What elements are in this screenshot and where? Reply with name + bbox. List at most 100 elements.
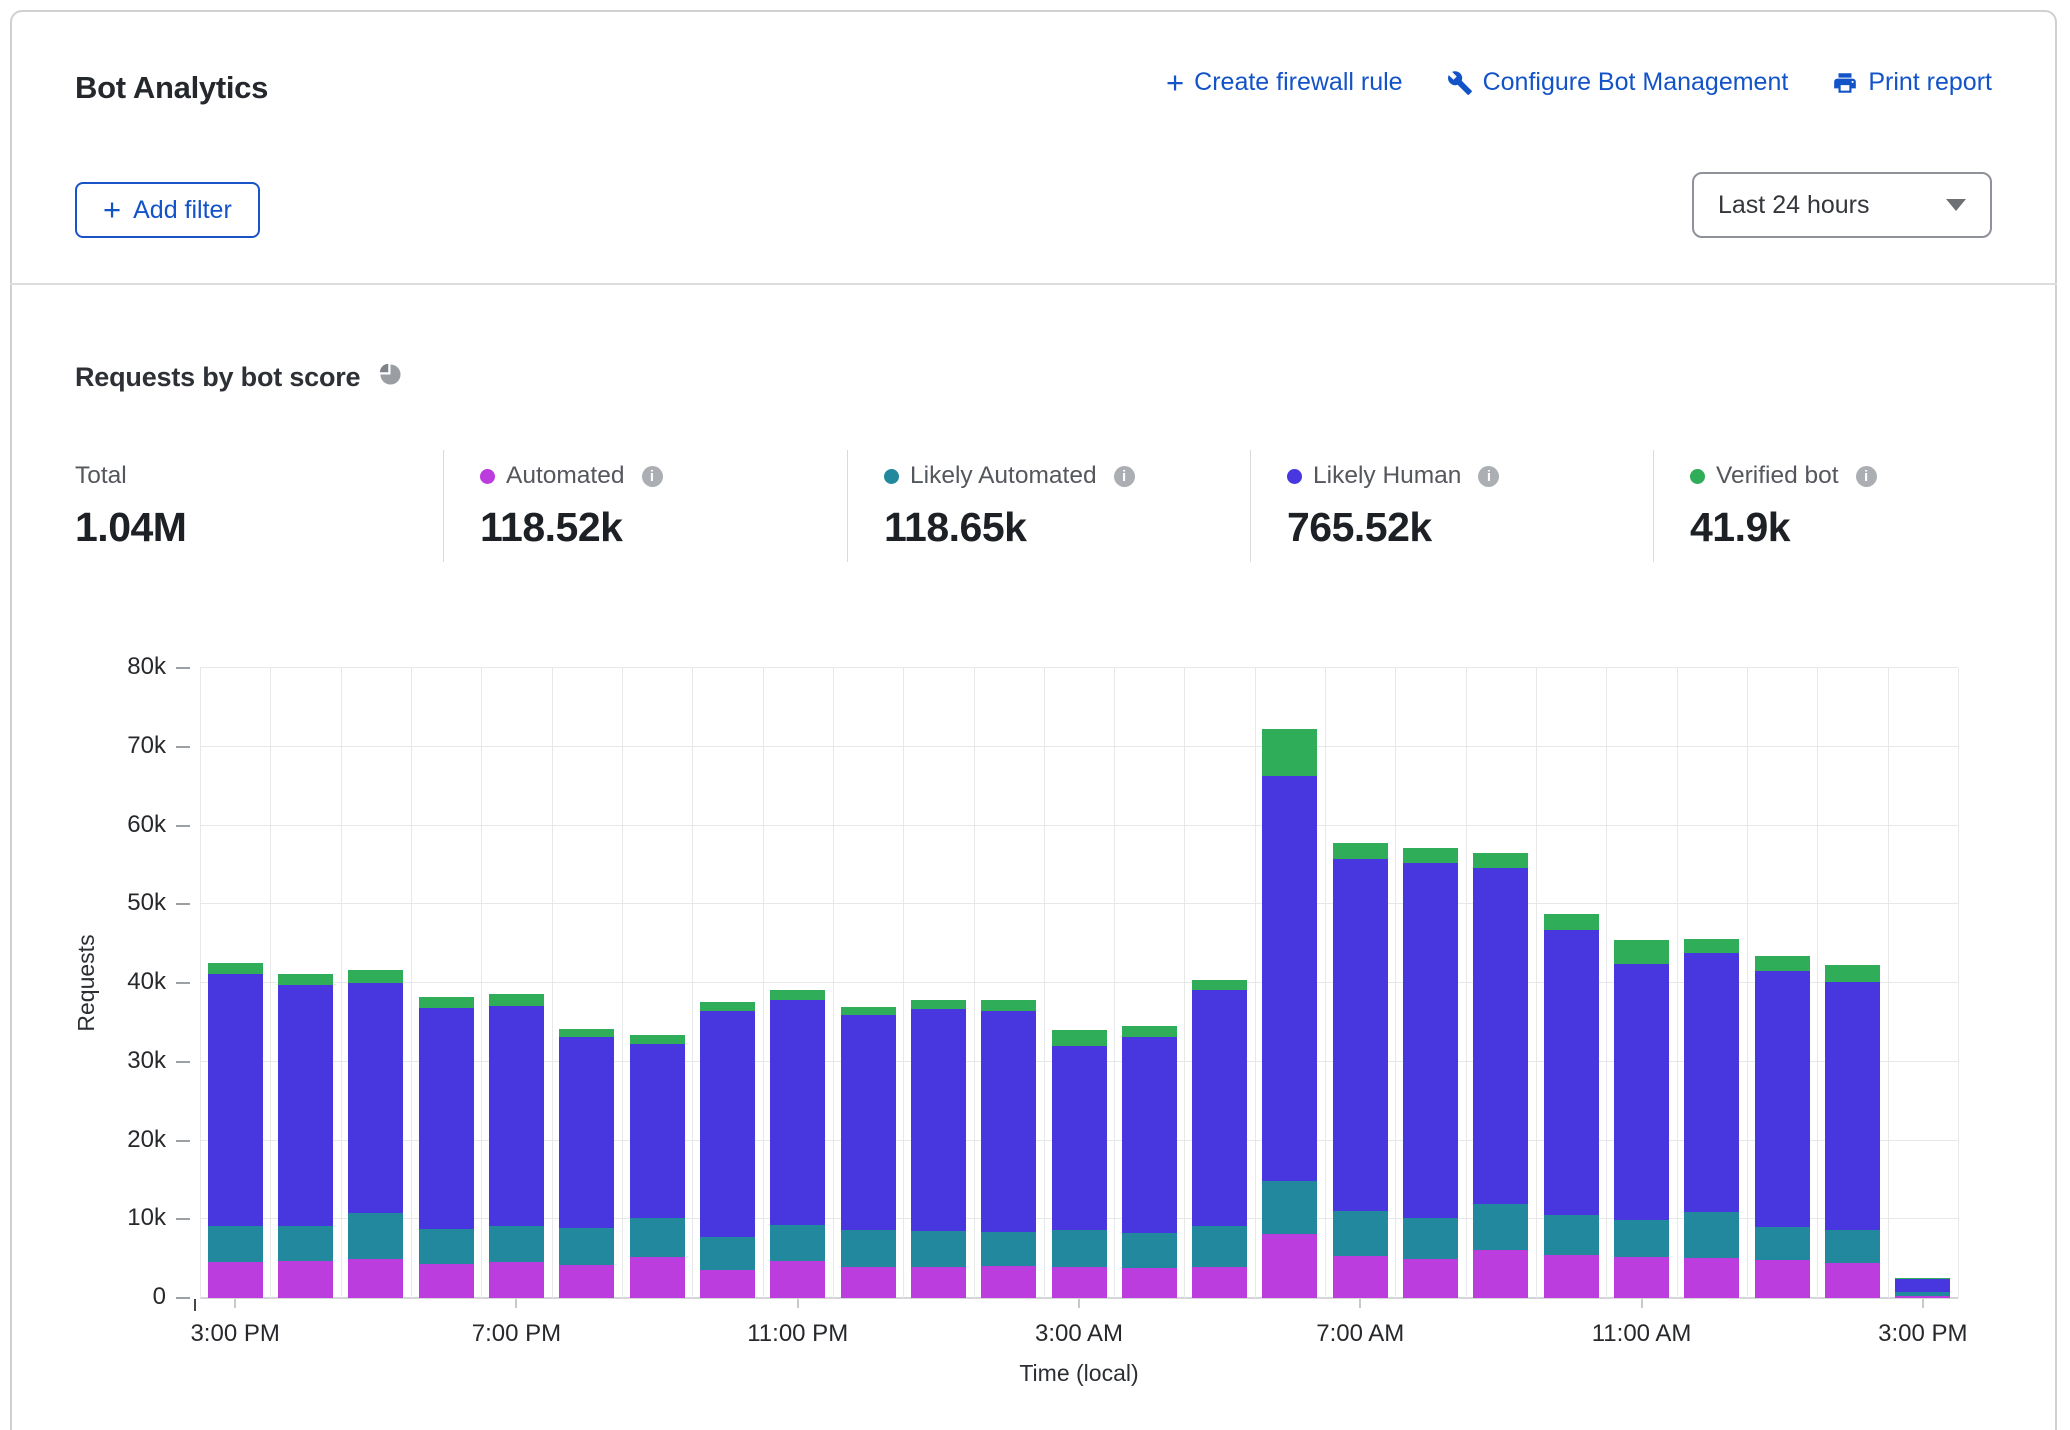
x-tick-label-3:00 PM: 3:00 PM	[1838, 1320, 2008, 1348]
bar-segment-likely-automated	[911, 1231, 966, 1267]
bar-segment-verified-bot	[770, 990, 825, 999]
bar-segment-automated	[1684, 1258, 1739, 1298]
gridline-v	[1536, 668, 1537, 1298]
time-range-select[interactable]: Last 24 hours	[1692, 172, 1992, 238]
bar-10:00 PM[interactable]	[700, 1002, 755, 1298]
info-icon[interactable]: i	[642, 466, 663, 487]
gridline-v	[1747, 668, 1748, 1298]
gridline-v	[903, 668, 904, 1298]
bar-segment-automated	[348, 1259, 403, 1298]
bar-segment-verified-bot	[1262, 729, 1317, 776]
likely-human-dot	[1287, 469, 1302, 484]
gridline-v	[1888, 668, 1889, 1298]
bar-segment-verified-bot	[1544, 914, 1599, 930]
y-tick-label-80k: 80k	[56, 653, 166, 681]
bar-3:00 PM[interactable]	[208, 963, 263, 1298]
bar-4:00 PM[interactable]	[278, 974, 333, 1298]
bar-4:00 AM[interactable]	[1122, 1026, 1177, 1298]
bar-segment-automated	[1544, 1255, 1599, 1298]
y-tick-0	[176, 1297, 190, 1299]
info-icon[interactable]: i	[1478, 466, 1499, 487]
bar-8:00 PM[interactable]	[559, 1029, 614, 1298]
bar-3:00 PM[interactable]	[1895, 1278, 1950, 1298]
bar-5:00 AM[interactable]	[1192, 980, 1247, 1298]
configure-bot-management-link[interactable]: Configure Bot Management	[1447, 68, 1789, 97]
info-icon[interactable]: i	[1856, 466, 1877, 487]
stat-divider	[1250, 450, 1251, 562]
bar-1:00 PM[interactable]	[1755, 956, 1810, 1298]
bar-1:00 AM[interactable]	[911, 1000, 966, 1298]
bar-12:00 PM[interactable]	[1684, 939, 1739, 1298]
bar-segment-verified-bot	[419, 997, 474, 1008]
bar-7:00 PM[interactable]	[489, 994, 544, 1298]
bar-segment-likely-human	[278, 985, 333, 1226]
x-tick-label-7:00 AM: 7:00 AM	[1275, 1320, 1445, 1348]
bar-6:00 AM[interactable]	[1262, 729, 1317, 1298]
bar-2:00 PM[interactable]	[1825, 965, 1880, 1298]
gridline-v	[341, 668, 342, 1298]
bar-segment-likely-human	[559, 1037, 614, 1228]
gridline-v	[1114, 668, 1115, 1298]
bar-8:00 AM[interactable]	[1403, 848, 1458, 1298]
bar-segment-likely-human	[630, 1044, 685, 1217]
bar-segment-likely-human	[1895, 1279, 1950, 1292]
bar-segment-likely-human	[1825, 982, 1880, 1230]
bar-7:00 AM[interactable]	[1333, 843, 1388, 1298]
bar-segment-likely-automated	[489, 1226, 544, 1261]
bar-segment-automated	[1614, 1257, 1669, 1298]
bar-segment-verified-bot	[1333, 843, 1388, 859]
bar-5:00 PM[interactable]	[348, 970, 403, 1298]
bar-segment-automated	[1122, 1268, 1177, 1298]
bar-segment-verified-bot	[630, 1035, 685, 1044]
add-filter-button[interactable]: + Add filter	[75, 182, 260, 238]
create-firewall-rule-link[interactable]: + Create firewall rule	[1166, 68, 1403, 97]
bar-9:00 AM[interactable]	[1473, 853, 1528, 1298]
bar-segment-likely-human	[1614, 964, 1669, 1220]
y-tick-label-70k: 70k	[56, 732, 166, 760]
bar-segment-likely-automated	[1895, 1292, 1950, 1296]
x-tick-7:00 AM	[1359, 1299, 1361, 1308]
bar-11:00 AM[interactable]	[1614, 940, 1669, 1298]
x-tick-label-3:00 PM: 3:00 PM	[150, 1320, 320, 1348]
stat-divider	[847, 450, 848, 562]
bar-segment-verified-bot	[981, 1000, 1036, 1011]
bar-10:00 AM[interactable]	[1544, 914, 1599, 1298]
bar-segment-automated	[1473, 1250, 1528, 1298]
bar-3:00 AM[interactable]	[1052, 1030, 1107, 1298]
bar-segment-verified-bot	[348, 970, 403, 983]
pie-chart-icon	[376, 360, 405, 394]
bar-segment-likely-human	[1052, 1046, 1107, 1229]
x-tick-label-3:00 AM: 3:00 AM	[994, 1320, 1164, 1348]
bar-segment-automated	[981, 1266, 1036, 1298]
gridline-v	[1606, 668, 1607, 1298]
gridline-v	[1255, 668, 1256, 1298]
bar-segment-likely-automated	[981, 1232, 1036, 1267]
bar-segment-likely-human	[1473, 868, 1528, 1203]
print-report-label: Print report	[1868, 68, 1992, 97]
info-icon[interactable]: i	[1114, 466, 1135, 487]
bar-segment-verified-bot	[489, 994, 544, 1006]
configure-bot-management-label: Configure Bot Management	[1483, 68, 1789, 97]
bar-segment-likely-human	[1684, 953, 1739, 1212]
stat-total: Total 1.04M	[75, 462, 186, 551]
bar-segment-automated	[770, 1261, 825, 1298]
verified-bot-dot	[1690, 469, 1705, 484]
time-range-value: Last 24 hours	[1718, 191, 1870, 220]
bar-2:00 AM[interactable]	[981, 1000, 1036, 1298]
y-tick-label-0: 0	[56, 1283, 166, 1311]
bar-11:00 PM[interactable]	[770, 990, 825, 1298]
bar-9:00 PM[interactable]	[630, 1035, 685, 1298]
print-report-link[interactable]: Print report	[1832, 68, 1992, 97]
y-tick-label-60k: 60k	[56, 811, 166, 839]
bar-segment-likely-human	[770, 1000, 825, 1225]
bar-segment-likely-automated	[348, 1213, 403, 1259]
bar-12:00 AM[interactable]	[841, 1007, 896, 1298]
bar-segment-likely-human	[419, 1008, 474, 1229]
bar-segment-verified-bot	[1684, 939, 1739, 953]
bar-6:00 PM[interactable]	[419, 997, 474, 1298]
bar-segment-likely-automated	[1262, 1181, 1317, 1235]
bar-segment-likely-automated	[208, 1226, 263, 1261]
automated-dot	[480, 469, 495, 484]
gridline-v	[411, 668, 412, 1298]
x-tick-label-11:00 AM: 11:00 AM	[1557, 1320, 1727, 1348]
